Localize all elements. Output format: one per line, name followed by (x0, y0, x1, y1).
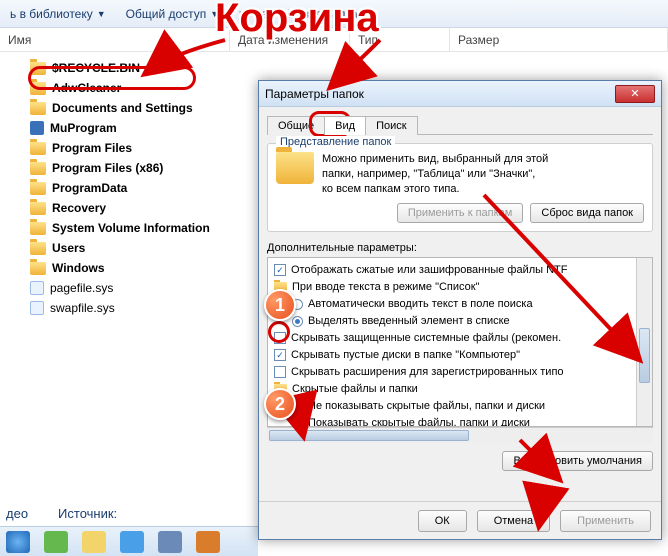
annotation-step1: 1 (264, 289, 296, 321)
app-icon (30, 121, 44, 135)
folder-icon (30, 62, 46, 75)
col-size[interactable]: Размер (450, 28, 668, 51)
dialog-titlebar[interactable]: Параметры папок ✕ (259, 81, 661, 107)
folder-icon (30, 162, 46, 175)
taskbar-app[interactable] (82, 531, 106, 553)
folder-icon (276, 152, 314, 184)
extra-params-label: Дополнительные параметры: (267, 242, 653, 254)
group-title: Представление папок (276, 136, 395, 148)
group-description: Можно применить вид, выбранный для этой … (322, 152, 548, 197)
taskbar-app[interactable] (44, 531, 68, 553)
folder-icon (30, 82, 46, 95)
label-source: Источник: (58, 506, 117, 521)
folder-icon (30, 242, 46, 255)
sys-file-icon (30, 301, 44, 315)
vertical-scrollbar[interactable] (636, 258, 652, 426)
folder-icon (30, 262, 46, 275)
list-item[interactable]: $RECYCLE.BIN (30, 58, 668, 78)
label-video: део (6, 506, 28, 521)
annotation-title: Корзина (215, 0, 379, 41)
tab-view[interactable]: Вид (324, 116, 366, 135)
folder-options-dialog: Параметры папок ✕ Общие Вид Поиск Предст… (258, 80, 662, 540)
folder-icon (30, 202, 46, 215)
folder-icon (30, 182, 46, 195)
start-button[interactable] (6, 531, 30, 553)
radio-show-hidden[interactable] (292, 418, 303, 427)
cancel-button[interactable]: Отмена (477, 510, 550, 532)
folder-icon (30, 142, 46, 155)
apply-button[interactable]: Применить (560, 510, 651, 532)
restore-defaults-button[interactable]: Восстановить умолчания (502, 451, 653, 471)
toolbar-share[interactable]: Общий доступ (126, 7, 207, 21)
folder-icon (30, 102, 46, 115)
checkbox-hide-protected[interactable] (274, 332, 286, 344)
tab-strip: Общие Вид Поиск (267, 115, 653, 135)
horizontal-scrollbar[interactable] (267, 427, 653, 443)
dialog-title: Параметры папок (265, 87, 615, 101)
folder-icon (30, 222, 46, 235)
toolbar-library[interactable]: ь в библиотеку (10, 7, 93, 21)
options-tree[interactable]: ✓Отображать сжатые или зашифрованные фай… (267, 257, 653, 427)
taskbar-app[interactable] (196, 531, 220, 553)
tab-search[interactable]: Поиск (365, 116, 417, 135)
dialog-footer: ОК Отмена Применить (259, 501, 661, 539)
taskbar-app[interactable] (120, 531, 144, 553)
tab-general[interactable]: Общие (267, 116, 325, 135)
taskbar-app[interactable] (158, 531, 182, 553)
checkbox[interactable]: ✓ (274, 349, 286, 361)
annotation-step2: 2 (264, 388, 296, 420)
reset-view-button[interactable]: Сброс вида папок (530, 203, 644, 223)
checkbox[interactable]: ✓ (274, 264, 286, 276)
radio[interactable] (292, 316, 303, 327)
col-name[interactable]: Имя (0, 28, 230, 51)
taskbar[interactable] (0, 526, 258, 556)
view-group: Представление папок Можно применить вид,… (267, 143, 653, 232)
close-button[interactable]: ✕ (615, 85, 655, 103)
apply-to-folders-button[interactable]: Применить к папкам (397, 203, 524, 223)
sys-file-icon (30, 281, 44, 295)
explorer-status: део Источник: (0, 500, 258, 526)
ok-button[interactable]: ОК (418, 510, 467, 532)
chevron-down-icon: ▼ (97, 9, 106, 19)
checkbox[interactable] (274, 366, 286, 378)
